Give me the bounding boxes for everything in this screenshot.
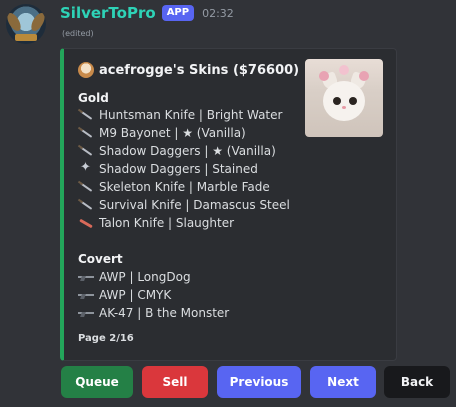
item-text: AK-47 | B the Monster <box>99 306 230 320</box>
timestamp[interactable]: 02:32 <box>202 7 234 20</box>
item-text: Shadow Daggers | ★ (Vanilla) <box>99 144 276 158</box>
item-text: Skeleton Knife | Marble Fade <box>99 180 270 194</box>
sell-button[interactable]: Sell <box>142 366 208 398</box>
avatar-nameplate <box>15 34 37 41</box>
item-text: M9 Bayonet | ★ (Vanilla) <box>99 126 246 140</box>
item-text: Survival Knife | Damascus Steel <box>99 198 290 212</box>
list-item: Shadow Daggers | Stained <box>78 160 258 178</box>
skins-embed: acefrogge's Skins ($76600) Gold Huntsman… <box>60 48 397 361</box>
list-item: Shadow Daggers | ★ (Vanilla) <box>78 142 276 160</box>
list-item: M9 Bayonet | ★ (Vanilla) <box>78 124 246 142</box>
list-item: AWP | CMYK <box>78 286 171 304</box>
cat-nose <box>342 106 346 109</box>
item-text: Talon Knife | Slaughter <box>99 216 235 230</box>
back-button[interactable]: Back <box>384 366 450 398</box>
queue-button[interactable]: Queue <box>61 366 133 398</box>
avatar-wing-left <box>6 10 24 34</box>
rifle-icon <box>78 271 94 283</box>
message-header: SilverToPro APP 02:32 <box>60 4 234 22</box>
embed-author: acefrogge's Skins ($76600) <box>78 62 299 78</box>
list-item: Survival Knife | Damascus Steel <box>78 196 290 214</box>
rifle-icon <box>78 307 94 319</box>
butterfly-icon <box>78 160 94 175</box>
previous-button[interactable]: Previous <box>217 366 301 398</box>
rifle-icon <box>78 289 94 301</box>
edited-label: (edited) <box>62 29 94 38</box>
list-item: Skeleton Knife | Marble Fade <box>78 178 270 196</box>
username[interactable]: SilverToPro <box>60 4 156 22</box>
list-item: Talon Knife | Slaughter <box>78 214 234 232</box>
cat-eye-right <box>349 97 357 105</box>
list-item: AK-47 | B the Monster <box>78 304 229 322</box>
item-text: Huntsman Knife | Bright Water <box>99 108 283 122</box>
section-title-covert: Covert <box>78 252 123 266</box>
knife-icon <box>78 109 94 121</box>
next-button[interactable]: Next <box>310 366 376 398</box>
list-item: AWP | LongDog <box>78 268 191 286</box>
list-item: Huntsman Knife | Bright Water <box>78 106 282 124</box>
author-avatar-icon <box>78 62 94 78</box>
section-title-gold: Gold <box>78 91 109 105</box>
cat-face <box>323 81 365 121</box>
avatar-wing-right <box>28 10 46 34</box>
item-text: AWP | LongDog <box>99 270 191 284</box>
cat-eye-left <box>333 97 341 105</box>
embed-author-name: acefrogge's Skins ($76600) <box>99 62 300 78</box>
red-knife-icon <box>78 217 94 229</box>
knife-icon <box>78 199 94 211</box>
flower-icon <box>339 65 349 75</box>
knife-icon <box>78 181 94 193</box>
flower-icon <box>319 71 329 81</box>
item-text: AWP | CMYK <box>99 288 172 302</box>
bot-avatar[interactable] <box>6 4 46 44</box>
flower-icon <box>359 71 369 81</box>
app-badge: APP <box>161 5 195 21</box>
embed-footer: Page 2/16 <box>78 333 134 344</box>
knife-icon <box>78 127 94 139</box>
item-text: Shadow Daggers | Stained <box>99 162 258 176</box>
embed-thumbnail[interactable] <box>305 59 383 137</box>
knife-icon <box>78 145 94 157</box>
